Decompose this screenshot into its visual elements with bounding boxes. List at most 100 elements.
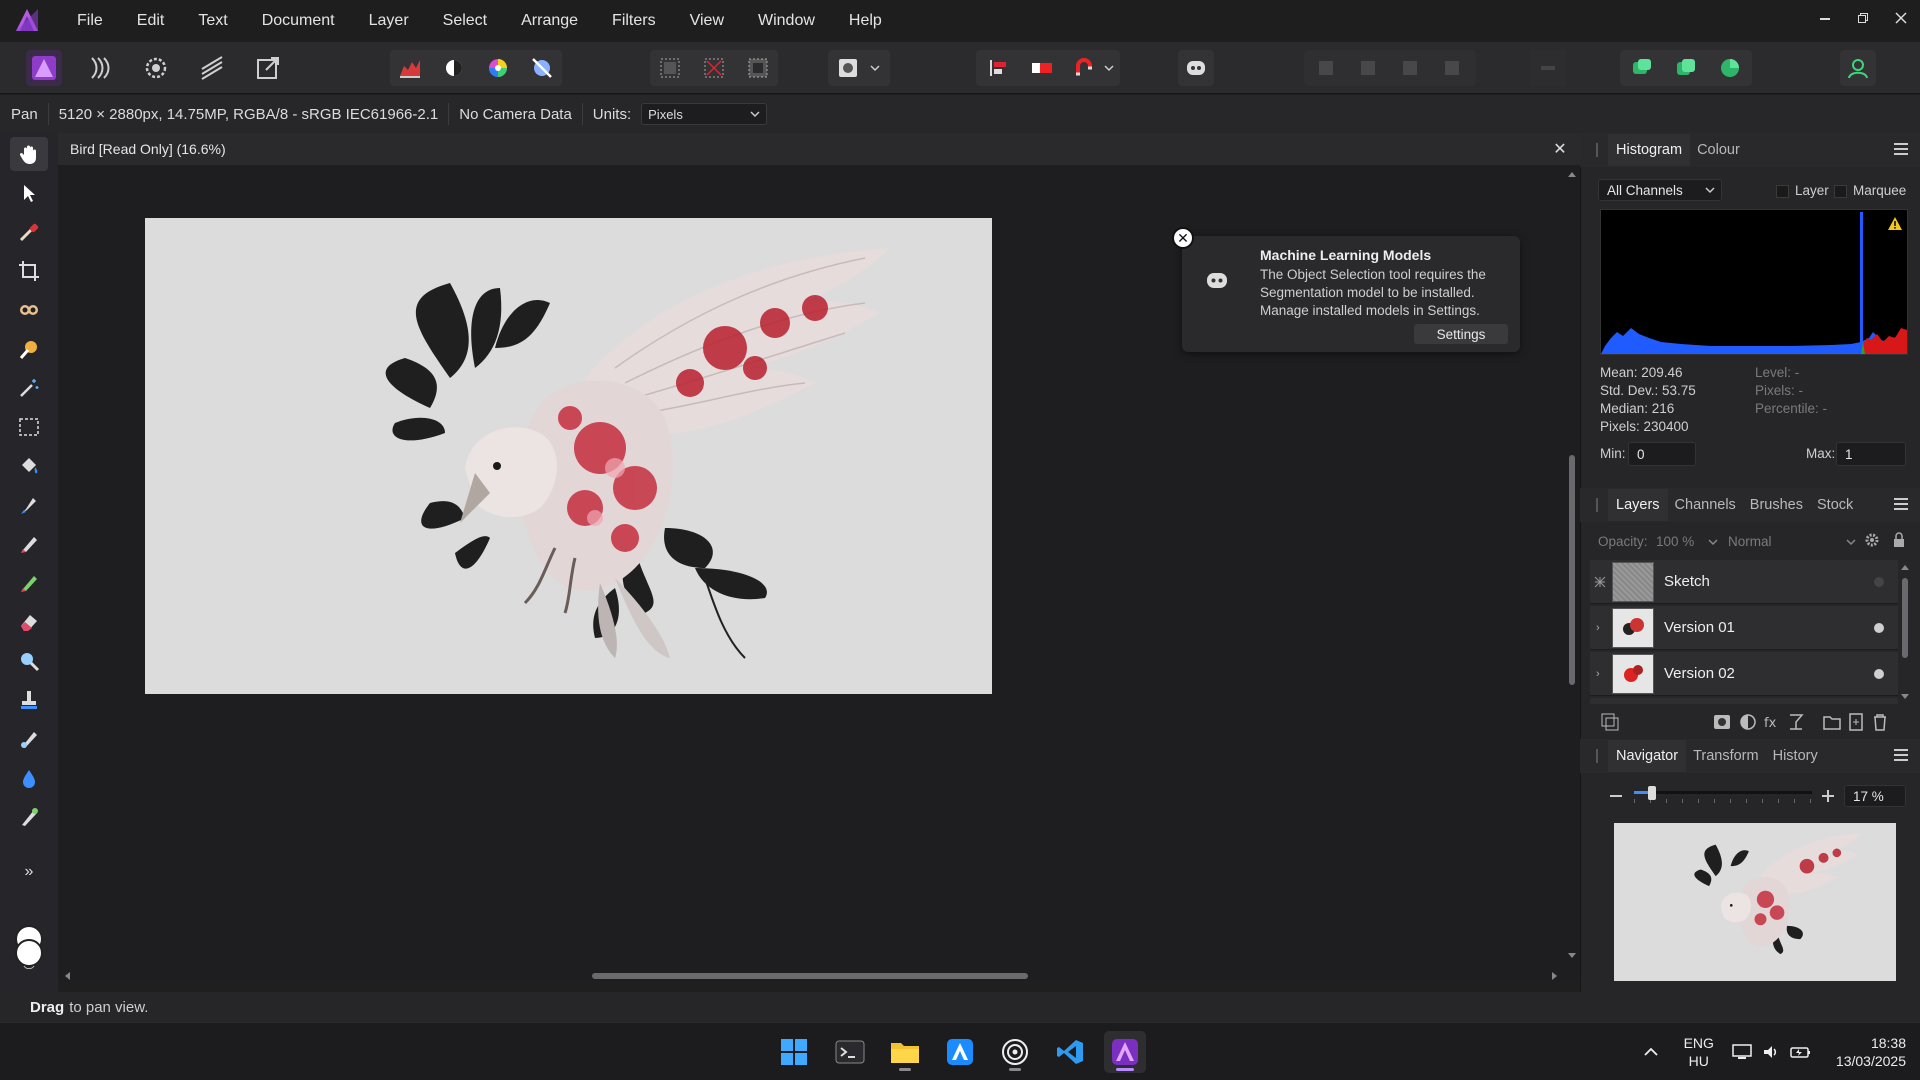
dodge-tool-icon[interactable] [10, 644, 48, 678]
color-swatch-icon[interactable] [12, 923, 46, 970]
expand-chevron-icon[interactable]: › [1596, 622, 1600, 634]
minimize-icon[interactable] [1806, 0, 1844, 36]
photo-persona-icon[interactable] [26, 50, 62, 86]
tray-icons[interactable] [1732, 1043, 1812, 1061]
pan-tool-icon[interactable] [10, 137, 48, 171]
assistant-icon[interactable] [1178, 50, 1214, 86]
deselect-icon[interactable] [696, 50, 732, 86]
zoom-input[interactable]: 17 % [1844, 785, 1906, 807]
clock[interactable]: 18:38 13/03/2025 [1836, 1034, 1906, 1070]
file-explorer-icon[interactable] [884, 1031, 926, 1073]
min-input[interactable]: 0 [1628, 442, 1696, 466]
layer-settings-gear-icon[interactable] [1864, 532, 1880, 553]
vscode-icon[interactable] [1049, 1031, 1091, 1073]
zoom-slider[interactable] [1634, 786, 1812, 806]
delete-layer-icon[interactable] [1870, 712, 1890, 732]
menu-window[interactable]: Window [741, 12, 832, 30]
panel-grip[interactable] [1596, 143, 1598, 157]
quick-mask-icon[interactable] [830, 50, 866, 86]
adjustment-layer-icon[interactable] [1738, 712, 1758, 732]
clone-tool-icon[interactable] [10, 683, 48, 717]
menu-filters[interactable]: Filters [595, 12, 673, 30]
levels-icon[interactable] [392, 50, 428, 86]
close-notification-icon[interactable]: ✕ [1172, 227, 1194, 249]
panel-menu-icon[interactable] [1894, 748, 1910, 762]
warning-icon[interactable] [1887, 216, 1903, 231]
language-indicator[interactable]: ENG HU [1684, 1034, 1714, 1070]
blur-tool-icon[interactable] [10, 761, 48, 795]
panel-menu-icon[interactable] [1894, 497, 1910, 511]
copy-to-cloud-icon[interactable] [1668, 50, 1704, 86]
new-group-icon[interactable] [1822, 712, 1842, 732]
tab-transform[interactable]: Transform [1686, 748, 1766, 764]
eraser-tool-icon[interactable] [10, 605, 48, 639]
lock-icon[interactable] [1892, 532, 1906, 553]
paint-brush-tool-icon[interactable] [10, 488, 48, 522]
selection-brush-tool-icon[interactable] [10, 332, 48, 366]
settings-button[interactable]: Settings [1414, 324, 1508, 344]
align-icon[interactable] [980, 50, 1016, 86]
tab-stock[interactable]: Stock [1810, 497, 1860, 513]
tab-brushes[interactable]: Brushes [1743, 497, 1810, 513]
expand-tools-icon[interactable]: » [10, 855, 48, 889]
affinity-photo-logo-icon[interactable] [14, 7, 40, 33]
snapping-icon[interactable] [1024, 50, 1060, 86]
tab-channels[interactable]: Channels [1668, 497, 1743, 513]
layer-row-sketch[interactable]: Sketch [1590, 560, 1898, 604]
flood-fill-tool-icon[interactable] [10, 449, 48, 483]
live-filter-icon[interactable]: fx [1762, 712, 1782, 732]
units-dropdown[interactable]: Pixels [641, 103, 768, 125]
filter-icon[interactable] [1786, 712, 1806, 732]
new-layer-icon[interactable] [1846, 712, 1866, 732]
chat-icon[interactable] [1624, 50, 1660, 86]
opacity-dropdown[interactable]: 100 % [1656, 534, 1718, 549]
quick-mask-dropdown-icon[interactable] [866, 50, 884, 86]
document-tab[interactable]: Bird [Read Only] (16.6%) ✕ [58, 133, 1580, 165]
layer-row-version-02[interactable]: › Version 02 [1590, 652, 1898, 696]
marquee-checkbox[interactable]: Marquee [1834, 183, 1906, 198]
layers-scrollbar[interactable] [1898, 560, 1912, 704]
zoom-in-icon[interactable] [1818, 786, 1838, 806]
develop-persona-icon[interactable] [138, 50, 174, 86]
obs-studio-icon[interactable] [994, 1031, 1036, 1073]
menu-edit[interactable]: Edit [120, 12, 182, 30]
auto-adjust-icon[interactable] [524, 50, 560, 86]
tab-navigator[interactable]: Navigator [1608, 740, 1687, 772]
pixel-brush-tool-icon[interactable] [10, 527, 48, 561]
color-replacement-tool-icon[interactable] [10, 566, 48, 600]
menu-help[interactable]: Help [832, 12, 899, 30]
layer-fx-icon[interactable] [1600, 712, 1620, 732]
mask-layer-icon[interactable] [1712, 712, 1732, 732]
expand-chevron-icon[interactable]: › [1596, 668, 1600, 680]
tab-colour[interactable]: Colour [1690, 142, 1747, 158]
layer-visibility-icon[interactable] [1874, 668, 1884, 679]
start-button-icon[interactable] [773, 1031, 815, 1073]
terminal-icon[interactable] [829, 1031, 871, 1073]
tab-history[interactable]: History [1766, 748, 1825, 764]
marquee-tool-icon[interactable] [10, 410, 48, 444]
magic-wand-tool-icon[interactable] [10, 371, 48, 405]
liquify-persona-icon[interactable] [82, 50, 118, 86]
menu-arrange[interactable]: Arrange [504, 12, 595, 30]
vertical-scrollbar[interactable] [1564, 165, 1580, 965]
close-window-icon[interactable] [1882, 0, 1920, 36]
menu-document[interactable]: Document [245, 12, 352, 30]
affinity-designer-taskbar-icon[interactable] [939, 1031, 981, 1073]
navigator-preview[interactable] [1614, 823, 1896, 981]
account-icon[interactable] [1840, 50, 1876, 86]
tab-layers[interactable]: Layers [1608, 489, 1668, 521]
menu-file[interactable]: File [60, 12, 120, 30]
tab-histogram[interactable]: Histogram [1608, 134, 1691, 166]
panel-grip[interactable] [1596, 749, 1598, 763]
menu-select[interactable]: Select [426, 12, 504, 30]
move-tool-icon[interactable] [10, 176, 48, 210]
snapping-dropdown-icon[interactable] [1100, 50, 1118, 86]
menu-layer[interactable]: Layer [352, 12, 426, 30]
export-persona-icon[interactable] [250, 50, 286, 86]
layer-checkbox[interactable]: Layer [1776, 183, 1829, 198]
select-all-icon[interactable] [652, 50, 688, 86]
layer-visibility-icon[interactable] [1874, 576, 1884, 587]
layer-row-version-01[interactable]: › Version 01 [1590, 606, 1898, 650]
layer-visibility-icon[interactable] [1874, 622, 1884, 633]
tone-mapping-persona-icon[interactable] [194, 50, 230, 86]
